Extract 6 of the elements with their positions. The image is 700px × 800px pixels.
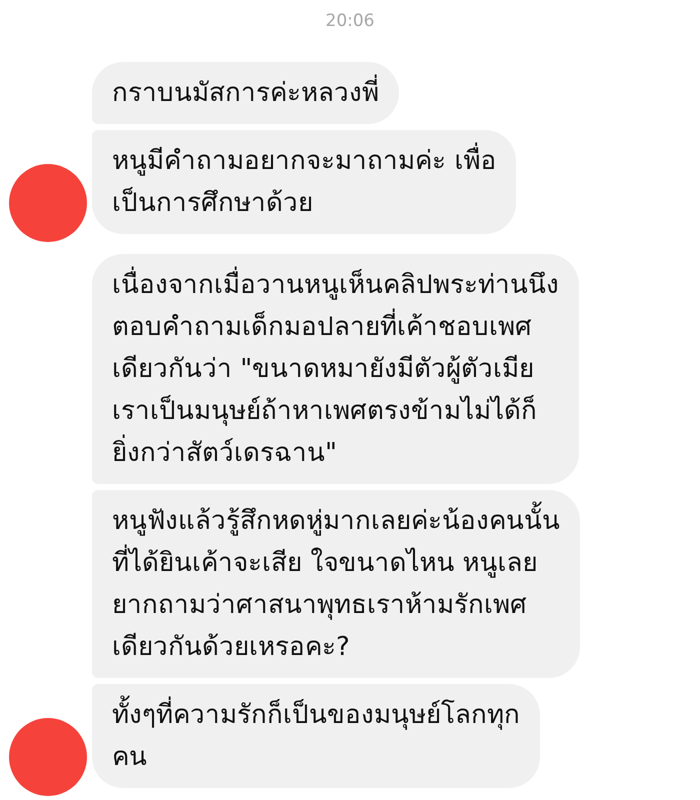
message-bubble: ทั้งๆที่ความรักก็เป็นของมนุษย์โลกทุก คน: [92, 684, 540, 788]
message-bubble: หนูมีคำถามอยากจะมาถามค่ะ เพื่อ เป็นการศึกษาด้วย: [92, 130, 516, 234]
message-bubble: เนื่องจากเมื่อวานหนูเห็นคลิปพระท่านนึง ตอบคำถามเด็กมอปลายที่เค้าชอบเพศ เดียวกันว่า "ขนาดหมายังมีตัวผู้ตัวเมีย เราเป็นมนุษย์ถ้าหาเพศตรงข้ามไม่ได้ก็ ยิ่งกว่าสัตว์เดรฉาน": [92, 254, 579, 484]
timestamp: 20:06: [324, 10, 376, 33]
message-bubble: กราบนมัสการค่ะหลวงพี่: [92, 62, 399, 124]
message-bubble: หนูฟังแล้วรู้สึกหดหู่มากเลยค่ะน้องคนนั้น ที่ได้ยินเค้าจะเสีย ใจขนาดไหน หนูเลย ยากถามว่าศาสนาพุทธเราห้ามรักเพศ เดียวกันด้วยเหรอคะ?: [92, 490, 580, 678]
